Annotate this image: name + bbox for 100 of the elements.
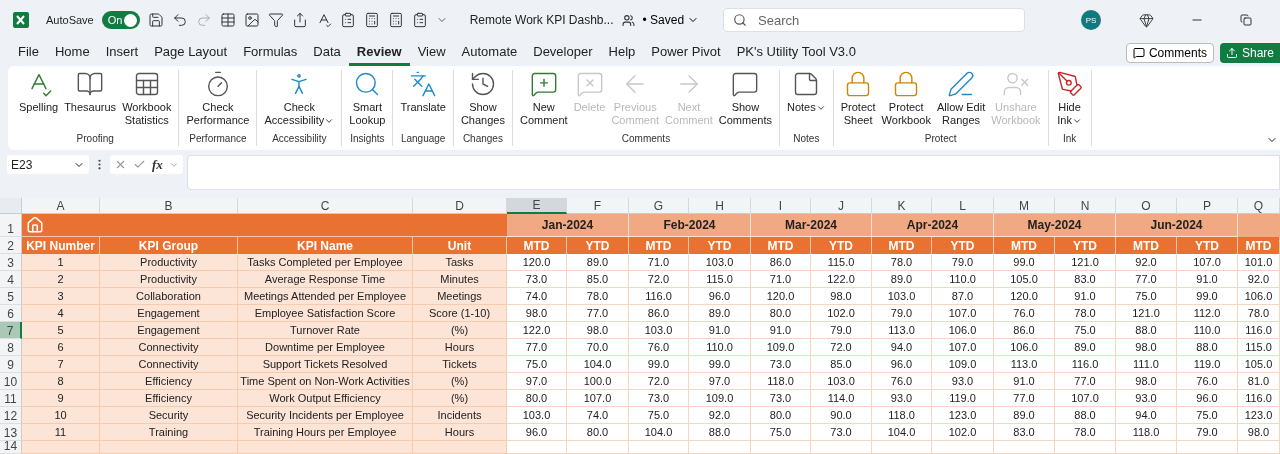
menu-tab[interactable]: Formulas — [235, 40, 306, 66]
menu-tab[interactable]: Insert — [97, 40, 147, 66]
image-icon[interactable] — [243, 12, 260, 28]
comments-button[interactable]: Comments — [1125, 43, 1214, 63]
calculator-icon[interactable] — [387, 12, 404, 28]
ribbon-button[interactable]: Spelling — [16, 70, 62, 114]
measure-heading: MTD — [629, 237, 689, 254]
table-cell: 83.0 — [1055, 271, 1116, 288]
column-header[interactable]: P — [1177, 198, 1238, 214]
ribbon-button[interactable]: Protect Sheet — [837, 70, 879, 127]
row-header[interactable]: 11 — [0, 390, 22, 407]
column-header[interactable]: N — [1055, 198, 1116, 214]
ribbon-button[interactable]: Thesaurus — [61, 70, 120, 114]
column-header[interactable]: Q — [1238, 198, 1280, 214]
menu-tab[interactable]: Help — [600, 40, 644, 66]
menu-tab[interactable]: Data — [305, 40, 349, 66]
table-cell: 107.0 — [1055, 390, 1116, 407]
ribbon-button[interactable]: New Comment — [516, 70, 571, 127]
restore-icon[interactable] — [1240, 14, 1252, 26]
ribbon-button[interactable]: Workbook Statistics — [119, 70, 175, 127]
users-icon[interactable] — [621, 13, 635, 27]
column-header[interactable]: F — [567, 198, 629, 214]
column-header[interactable]: G — [629, 198, 689, 214]
column-header[interactable]: E — [507, 198, 567, 214]
table-cell: 103.0 — [872, 288, 932, 305]
column-header[interactable]: B — [100, 198, 238, 214]
month-header: Jan-2024 — [507, 214, 629, 237]
table-cell: 73.0 — [507, 271, 567, 288]
ribbon-button[interactable]: Show Changes — [457, 70, 508, 127]
column-header[interactable]: D — [413, 198, 507, 214]
menu-tab[interactable]: Home — [46, 40, 98, 66]
table-cell: Training — [100, 424, 238, 441]
filter-icon[interactable] — [267, 12, 284, 28]
ribbon-button[interactable]: Check Accessibility — [261, 70, 338, 127]
row-header[interactable]: 9 — [0, 356, 22, 373]
column-header[interactable]: I — [751, 198, 811, 214]
measure-heading: MTD — [1116, 237, 1177, 254]
row-header[interactable]: 1 — [0, 214, 22, 237]
table-cell: Downtime per Employee — [238, 339, 413, 356]
ribbon-button[interactable]: Protect Workbook — [878, 70, 934, 127]
ribbon-button[interactable]: Check Performance — [183, 70, 253, 127]
row-header[interactable]: 14 — [0, 441, 22, 454]
column-header[interactable]: H — [689, 198, 751, 214]
column-header[interactable]: K — [872, 198, 932, 214]
column-header[interactable]: A — [22, 198, 100, 214]
table-cell: 102.0 — [932, 424, 994, 441]
row-header[interactable]: 8 — [0, 339, 22, 356]
column-header[interactable]: C — [238, 198, 413, 214]
row-header[interactable]: 10 — [0, 373, 22, 390]
cancel-icon[interactable] — [114, 158, 127, 171]
menu-tab[interactable]: Automate — [453, 40, 526, 66]
table-cell: 115.0 — [689, 271, 751, 288]
undo-icon[interactable] — [171, 12, 188, 28]
table-cell: 88.0 — [1177, 339, 1238, 356]
calculator-icon[interactable] — [363, 12, 380, 28]
column-header[interactable]: J — [811, 198, 872, 214]
ribbon-button[interactable]: Allow Edit Ranges — [933, 70, 989, 127]
table-cell: 103.0 — [629, 322, 689, 339]
insert-function-button[interactable]: fx — [152, 156, 163, 173]
row-header[interactable]: 5 — [0, 288, 22, 305]
menu-tab[interactable]: Page Layout — [146, 40, 236, 66]
column-header[interactable]: O — [1116, 198, 1177, 214]
name-box[interactable]: E23 — [7, 155, 89, 174]
table-cell: 121.0 — [1055, 254, 1116, 271]
save-status[interactable]: • Saved — [642, 13, 700, 27]
formula-input[interactable] — [186, 155, 1280, 190]
menu-tab[interactable]: Developer — [525, 40, 601, 66]
menu-tab[interactable]: PK's Utility Tool V3.0 — [728, 40, 864, 66]
row-header[interactable]: 13 — [0, 424, 22, 441]
row-header[interactable]: 4 — [0, 271, 22, 288]
share-icon[interactable] — [291, 12, 308, 28]
row-header[interactable]: 3 — [0, 254, 22, 271]
menu-tab[interactable]: Power Pivot — [643, 40, 729, 66]
premium-diamond-icon[interactable] — [1139, 12, 1154, 28]
ribbon-button[interactable]: Show Comments — [715, 70, 775, 127]
autosave-toggle[interactable]: On — [101, 11, 140, 29]
ribbon-button[interactable]: Notes — [784, 70, 829, 114]
table-cell: 77.0 — [507, 339, 567, 356]
ribbon-button[interactable]: Smart Lookup — [346, 70, 389, 127]
menu-tab[interactable]: View — [409, 40, 454, 66]
row-header[interactable]: 6 — [0, 305, 22, 322]
row-header[interactable]: 12 — [0, 407, 22, 424]
share-button[interactable]: Share — [1219, 43, 1280, 63]
row-header[interactable]: 2 — [0, 237, 22, 254]
form-icon[interactable] — [411, 12, 428, 28]
ribbon-group-label: Insights — [350, 133, 385, 146]
row-header[interactable]: 7 — [0, 322, 22, 339]
form-icon[interactable] — [339, 12, 356, 28]
menu-tab[interactable]: File — [10, 40, 47, 66]
search-field[interactable]: Search — [723, 8, 1026, 32]
enter-icon[interactable] — [133, 158, 146, 171]
table-icon[interactable] — [219, 12, 236, 28]
ribbon-group-label: Ink — [1062, 133, 1077, 146]
ribbon-button[interactable]: Hide Ink — [1052, 70, 1087, 127]
ribbon-button[interactable]: Translate — [397, 70, 449, 114]
column-header[interactable]: L — [932, 198, 994, 214]
user-avatar[interactable]: PS — [1081, 10, 1101, 30]
home-icon[interactable] — [26, 216, 44, 234]
save-icon[interactable] — [147, 12, 164, 28]
column-header[interactable]: M — [994, 198, 1055, 214]
